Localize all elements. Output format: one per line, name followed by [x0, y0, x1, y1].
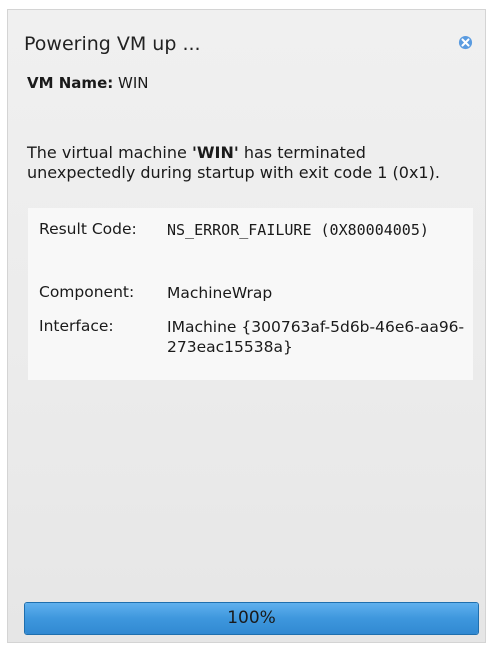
error-message-vm-name: 'WIN': [191, 143, 239, 162]
interface-value: IMachine {300763af-5d6b-46e6-aa96-273eac…: [167, 318, 465, 356]
progress-dialog: Powering VM up ... VM Name: WIN The virt…: [7, 9, 486, 643]
vm-name-value: WIN: [118, 74, 149, 92]
dialog-title: Powering VM up ...: [24, 33, 201, 55]
result-code-value: NS_ERROR_FAILURE (0X80004005): [167, 221, 429, 239]
vm-name-label: VM Name:: [27, 74, 114, 92]
interface-label: Interface:: [39, 317, 114, 335]
progress-text: 100%: [227, 608, 276, 628]
close-icon[interactable]: [458, 35, 473, 50]
error-message: The virtual machine 'WIN' has terminated…: [27, 143, 467, 183]
vm-name-line: VM Name: WIN: [27, 74, 149, 92]
component-value: MachineWrap: [167, 284, 273, 302]
result-code-label: Result Code:: [39, 220, 137, 238]
component-label: Component:: [39, 283, 135, 301]
progress-bar: 100%: [24, 602, 479, 635]
error-details: Result Code: NS_ERROR_FAILURE (0X8000400…: [28, 208, 473, 380]
error-message-prefix: The virtual machine: [27, 143, 192, 162]
